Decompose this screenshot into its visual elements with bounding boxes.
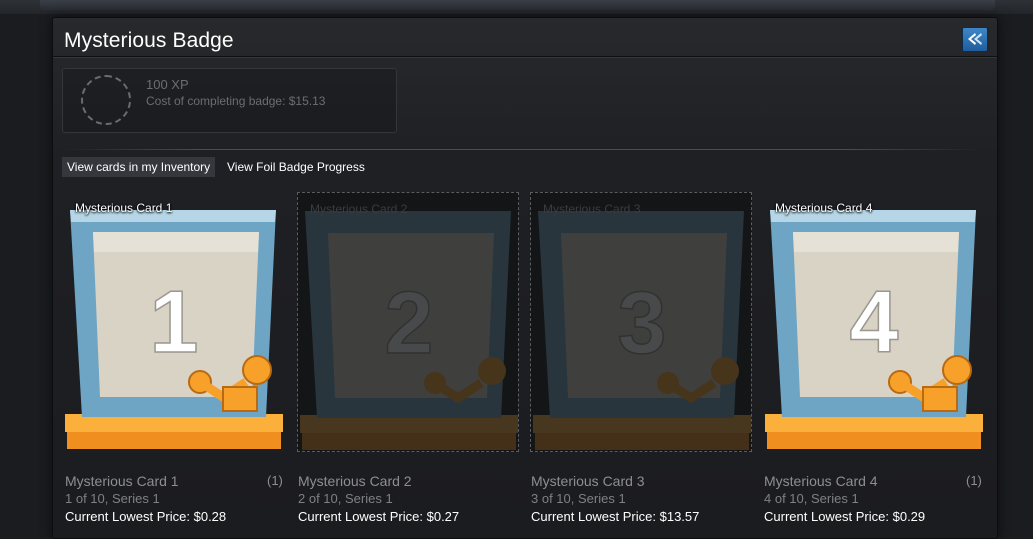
card-2[interactable]: 2 Mysterious Card 2: [297, 192, 519, 452]
card-1-numeral: 1: [150, 272, 199, 371]
card-3[interactable]: 3 Mysterious Card 3: [530, 192, 752, 452]
card-2-series: 2 of 10, Series 1: [298, 491, 393, 506]
page-title: Mysterious Badge: [64, 29, 234, 52]
card-3-label: Mysterious Card 3: [543, 202, 641, 216]
badge-summary: 100 XP Cost of completing badge: $15.13: [62, 68, 397, 133]
card-4[interactable]: 4 Mysterious Card 4: [763, 192, 985, 452]
card-4-label: Mysterious Card 4: [775, 201, 873, 215]
header-bar: [40, 0, 995, 10]
card-3-price: Current Lowest Price: $13.57: [531, 509, 700, 524]
card-3-name: Mysterious Card 3: [531, 473, 645, 489]
card-2-label: Mysterious Card 2: [310, 202, 408, 216]
empty-badge-icon: [81, 75, 131, 125]
card-1-art: 1: [65, 210, 283, 449]
card-3-art: 3: [533, 211, 751, 450]
page-header-strip: [0, 0, 1033, 14]
card-4-price: Current Lowest Price: $0.29: [764, 509, 926, 524]
card-2-name: Mysterious Card 2: [298, 473, 412, 489]
badge-cost: Cost of completing badge: $15.13: [146, 94, 326, 108]
section-divider: [63, 149, 983, 150]
card-1-name: Mysterious Card 1: [65, 473, 179, 489]
card-3-series: 3 of 10, Series 1: [531, 491, 626, 506]
card-4-name: Mysterious Card 4: [764, 473, 878, 489]
badge-xp: 100 XP: [146, 77, 189, 92]
view-foil-progress-button[interactable]: View Foil Badge Progress: [222, 157, 370, 177]
card-1-series: 1 of 10, Series 1: [65, 491, 160, 506]
card-4-numeral: 4: [850, 272, 899, 371]
card-4-art: 4: [765, 210, 983, 449]
view-inventory-button[interactable]: View cards in my Inventory: [62, 157, 216, 177]
card-2-art: 2: [300, 211, 518, 450]
card-3-numeral: 3: [618, 273, 667, 372]
card-2-price: Current Lowest Price: $0.27: [298, 509, 460, 524]
title-divider-highlight: [53, 57, 997, 58]
card-2-numeral: 2: [385, 273, 434, 372]
card-4-count: (1): [966, 473, 982, 488]
card-4-series: 4 of 10, Series 1: [764, 491, 859, 506]
expand-button[interactable]: [962, 27, 988, 52]
card-1-count: (1): [267, 473, 283, 488]
expand-arrow-icon: [968, 33, 982, 45]
card-1-price: Current Lowest Price: $0.28: [65, 509, 227, 524]
card-1[interactable]: 1 Mysterious Card 1: [63, 192, 285, 452]
card-1-label: Mysterious Card 1: [75, 201, 173, 215]
